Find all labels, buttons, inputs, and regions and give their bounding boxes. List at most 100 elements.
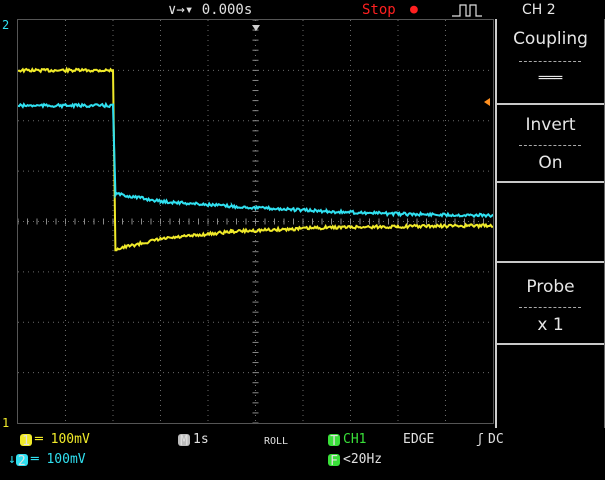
grid-dot — [63, 221, 64, 222]
grid-dot — [488, 221, 489, 222]
ch1-scale: 1 ═ 100mV — [20, 432, 90, 449]
grid-dot — [112, 400, 114, 401]
grid-dot — [207, 245, 209, 246]
grid-dot — [445, 130, 446, 131]
grid-dot — [458, 372, 459, 374]
grid-dot — [207, 410, 209, 411]
grid-dot — [133, 271, 134, 273]
grid-dot — [350, 100, 351, 101]
grid-dot — [243, 372, 244, 374]
grid-dot — [160, 175, 161, 176]
probe-value[interactable]: x 1 — [497, 315, 604, 335]
grid-dot — [302, 85, 304, 86]
grid-dot — [278, 321, 279, 323]
grid-dot — [160, 330, 161, 331]
grid-dot — [153, 120, 154, 122]
grid-dot — [158, 372, 159, 374]
grid-dot — [113, 271, 114, 273]
grid-dot — [423, 120, 424, 122]
grid-dot — [313, 170, 314, 172]
grid-dot — [278, 170, 279, 172]
probe-label[interactable]: Probe — [497, 277, 604, 297]
grid-dot — [358, 271, 359, 273]
grid-dot — [397, 65, 399, 66]
grid-dot — [350, 265, 351, 266]
grid-dot — [468, 170, 469, 172]
grid-dot — [350, 320, 351, 321]
grid-dot — [448, 69, 449, 71]
grid-dot — [302, 285, 304, 286]
grid-dot — [223, 69, 224, 71]
grid-dot — [123, 69, 124, 71]
grid-dot — [468, 372, 469, 374]
grid-dot — [207, 315, 209, 316]
grid-dot — [160, 100, 161, 101]
grid-dot — [160, 255, 161, 256]
grid-dot — [73, 221, 74, 222]
grid-dot — [368, 221, 369, 222]
grid-dot — [445, 240, 446, 241]
grid-dot — [338, 321, 339, 323]
grid-dot — [350, 145, 351, 146]
grid-dot — [158, 221, 159, 222]
grid-dot — [445, 25, 446, 26]
grid-dot — [207, 255, 209, 256]
grid-dot — [350, 35, 351, 36]
grid-dot — [302, 305, 304, 306]
grid-dot — [88, 170, 89, 172]
grid-dot — [302, 80, 304, 81]
run-state-label[interactable]: Stop — [362, 1, 396, 19]
grid-dot — [207, 80, 209, 81]
grid-dot — [233, 321, 234, 323]
grid-dot — [483, 372, 484, 374]
grid-dot — [397, 45, 399, 46]
grid-dot — [188, 120, 189, 122]
grid-dot — [445, 60, 446, 61]
grid-dot — [228, 120, 229, 122]
invert-label[interactable]: Invert — [497, 115, 604, 135]
grid-dot — [263, 170, 264, 172]
grid-dot — [428, 120, 429, 122]
grid-dot — [255, 270, 256, 271]
grid-dot — [112, 180, 114, 181]
grid-dot — [478, 170, 479, 172]
grid-dot — [350, 115, 351, 116]
grid-dot — [243, 321, 244, 323]
grid-dot — [207, 160, 209, 161]
grid-dot — [302, 185, 304, 186]
grid-dot — [408, 170, 409, 172]
grid-dot — [445, 185, 446, 186]
grid-dot — [112, 25, 114, 26]
grid-dot — [428, 372, 429, 374]
invert-value[interactable]: On — [497, 153, 604, 173]
grid-dot — [445, 305, 446, 306]
grid-dot — [118, 271, 119, 273]
grid-dot — [128, 221, 129, 222]
grid-dot — [445, 365, 446, 366]
grid-dot — [302, 235, 304, 236]
grid-dot — [103, 271, 104, 273]
grid-dot — [273, 170, 274, 172]
grid-dot — [403, 69, 404, 71]
grid-dot — [397, 375, 399, 376]
grid-dot — [263, 69, 264, 71]
grid-dot — [78, 321, 79, 323]
grid-dot — [350, 190, 351, 191]
grid-dot — [483, 170, 484, 172]
coupling-label[interactable]: Coupling — [497, 29, 604, 49]
grid-dot — [350, 325, 351, 326]
grid-dot — [198, 120, 199, 122]
grid-dot — [445, 210, 446, 211]
grid-dot — [463, 321, 464, 323]
grid-dot — [302, 250, 304, 251]
grid-dot — [65, 345, 66, 346]
grid-dot — [302, 230, 304, 231]
grid-dot — [160, 365, 161, 366]
grid-dot — [323, 271, 324, 273]
grid-dot — [255, 65, 256, 66]
grid-dot — [445, 340, 446, 341]
grid-dot — [338, 221, 339, 222]
grid-dot — [65, 280, 66, 281]
coupling-dc-icon[interactable]: ═══ — [497, 71, 604, 86]
grid-dot — [350, 300, 351, 301]
